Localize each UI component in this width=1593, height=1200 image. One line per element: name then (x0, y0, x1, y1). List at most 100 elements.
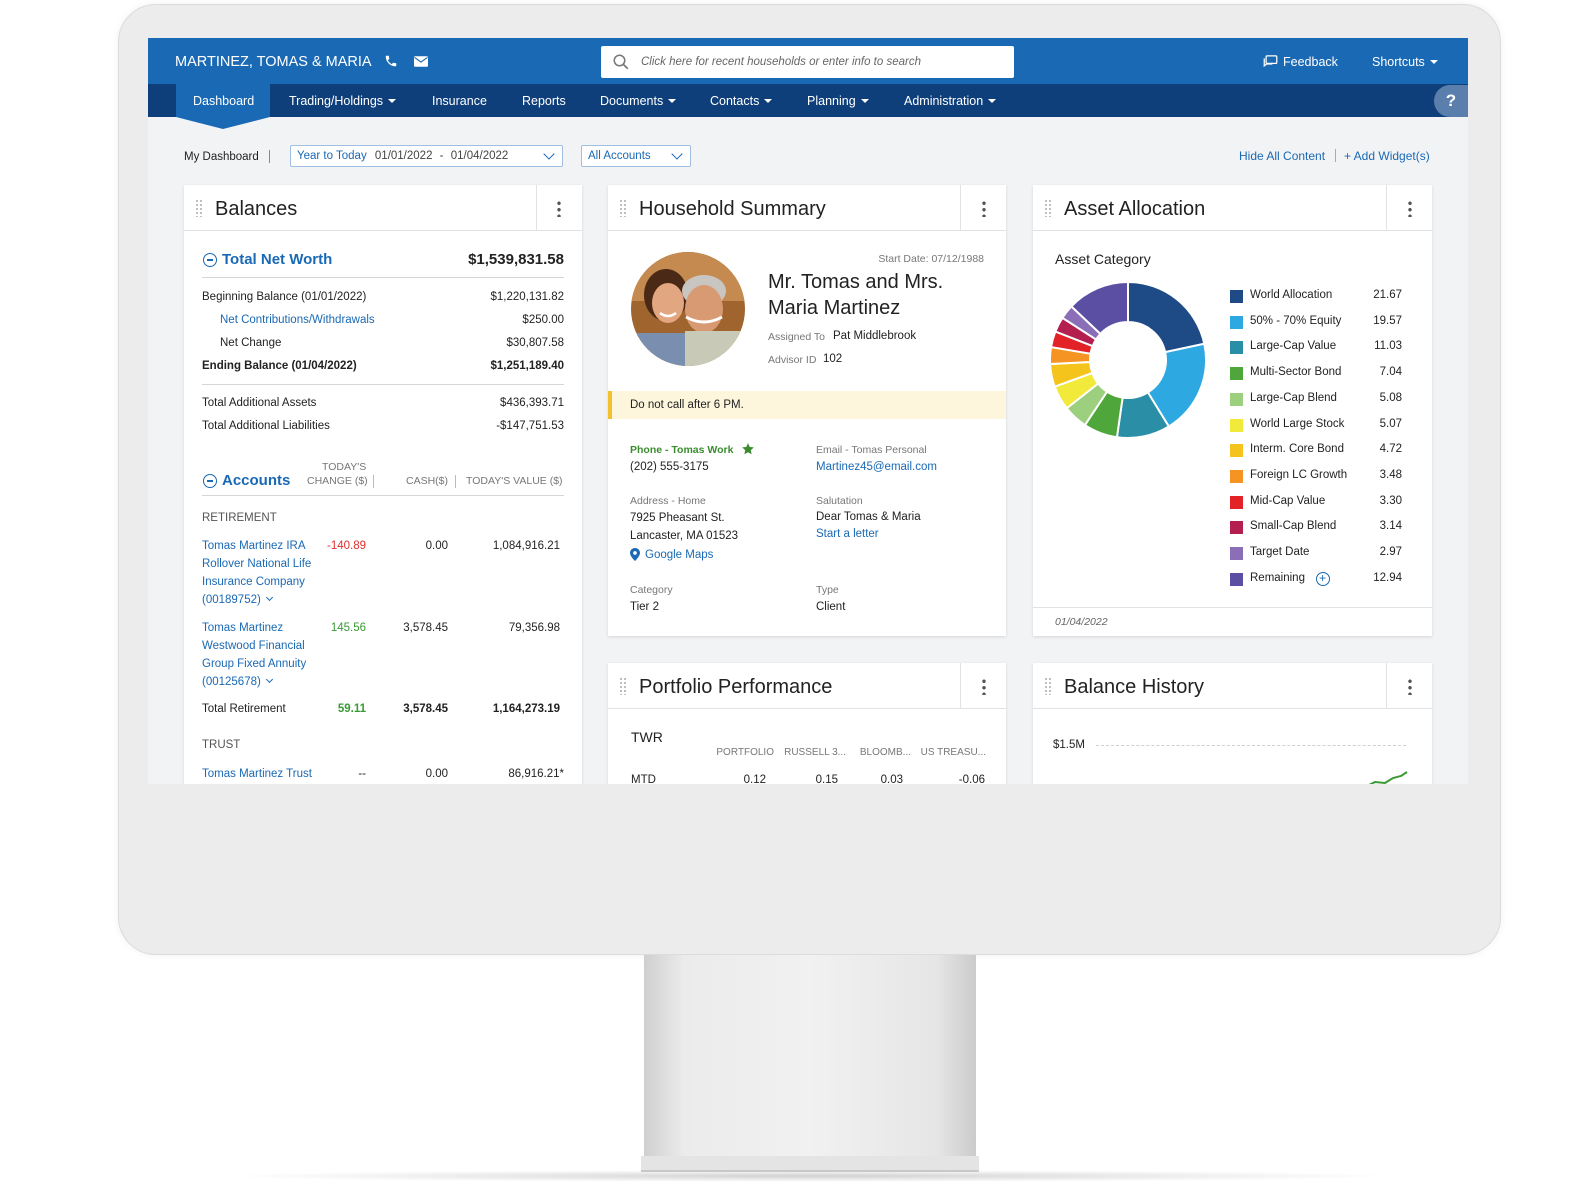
hide-all-content-link[interactable]: Hide All Content (1239, 149, 1325, 163)
perf-value: -0.06 (958, 774, 985, 784)
google-maps-link[interactable]: Google Maps (645, 549, 713, 561)
legend-label: 50% - 70% Equity (1250, 314, 1342, 327)
collapse-icon[interactable] (203, 474, 217, 488)
divider (373, 475, 374, 488)
legend-value: 7.04 (1379, 366, 1402, 379)
chevron-down-icon (988, 99, 997, 103)
nav-active-pointer (176, 117, 270, 129)
chevron-down-icon[interactable] (265, 675, 273, 684)
beginning-balance-label: Beginning Balance (01/01/2022) (202, 291, 367, 303)
card-title: Balances (215, 198, 298, 220)
perf-value: 0.15 (815, 774, 838, 784)
legend-value: 2.97 (1379, 546, 1402, 558)
phone-label: Phone - Tomas Work (630, 444, 734, 456)
divider (960, 185, 961, 231)
chevron-down-icon[interactable] (265, 593, 273, 602)
star-icon[interactable] (741, 442, 755, 456)
legend-label: Multi-Sector Bond (1250, 366, 1342, 379)
divider (202, 384, 564, 385)
shortcuts-menu[interactable]: Shortcuts (1372, 55, 1438, 69)
legend-swatch (1230, 444, 1243, 458)
feedback-link[interactable]: Feedback (1283, 55, 1338, 69)
chevron-down-icon (671, 148, 683, 160)
section-label: RETIREMENT (202, 512, 277, 524)
legend-value: 11.03 (1374, 340, 1402, 353)
collapse-icon[interactable] (203, 253, 217, 267)
account-number[interactable]: (00189752) (202, 593, 273, 606)
household-name[interactable]: MARTINEZ, TOMAS & MARIA (175, 54, 372, 70)
legend-label: Mid-Cap Value (1250, 494, 1326, 507)
balances-card: Balances Total Net Worth $1,539,831.58 B… (184, 185, 582, 784)
mail-icon[interactable] (414, 56, 428, 67)
legend-swatch (1230, 572, 1243, 586)
legend-label: World Large Stock (1250, 417, 1345, 430)
divider (536, 185, 537, 231)
chevron-down-icon (543, 148, 555, 160)
add-widgets-link[interactable]: + Add Widget(s) (1344, 149, 1430, 163)
nav-insurance[interactable]: Insurance (432, 94, 487, 108)
help-button[interactable]: ? (1434, 85, 1468, 117)
more-options-icon[interactable] (982, 200, 986, 217)
drag-handle-icon[interactable] (195, 199, 203, 217)
account-link[interactable]: Group Fixed Annuity (202, 658, 306, 670)
nav-administration[interactable]: Administration (904, 94, 997, 108)
address-label: Address - Home (630, 495, 706, 507)
date-range-select[interactable]: Year to Today 01/01/2022 - 01/04/2022 (290, 145, 563, 167)
nav-label: Contacts (710, 94, 760, 108)
drag-handle-icon[interactable] (619, 199, 627, 217)
additional-assets-value: $436,393.71 (500, 397, 564, 409)
legend-swatch (1230, 290, 1243, 303)
divider (1335, 149, 1336, 162)
accounts-select[interactable]: All Accounts (581, 145, 691, 167)
more-options-icon[interactable] (1408, 678, 1412, 695)
advisor-id-value: 102 (823, 353, 843, 365)
drag-handle-icon[interactable] (619, 677, 627, 695)
divider (1033, 607, 1432, 608)
legend-value: 12.94 (1373, 571, 1402, 584)
account-link[interactable]: Rollover National Life (202, 558, 311, 570)
account-value: 86,916.21* (508, 768, 564, 780)
account-link[interactable]: Westwood Financial (202, 640, 305, 652)
account-link[interactable]: Tomas Martinez IRA (202, 540, 306, 552)
drag-handle-icon[interactable] (1044, 677, 1052, 695)
beginning-balance-value: $1,220,131.82 (490, 291, 564, 303)
nav-dashboard[interactable]: Dashboard (193, 94, 254, 108)
account-link[interactable]: Tomas Martinez Trust (202, 768, 312, 780)
y-axis-label: $1.5M (1053, 739, 1085, 751)
legend-label: Large-Cap Blend (1250, 391, 1337, 404)
account-link[interactable]: Tomas Martinez (202, 622, 283, 634)
accounts-label[interactable]: Accounts (222, 472, 290, 489)
legend-swatch (1230, 521, 1243, 535)
note-text: Do not call after 6 PM. (630, 399, 744, 411)
account-number[interactable]: (00125678) (202, 675, 273, 688)
period-label: Year to Today (297, 150, 367, 162)
total-net-worth-label[interactable]: Total Net Worth (222, 251, 332, 268)
salutation-value: Dear Tomas & Maria (816, 511, 921, 523)
col-header: US TREASU... (920, 747, 986, 758)
net-contributions-link[interactable]: Net Contributions/Withdrawals (220, 314, 375, 326)
more-options-icon[interactable] (557, 200, 561, 217)
nav-documents[interactable]: Documents (600, 94, 677, 108)
net-change-label: Net Change (220, 337, 282, 349)
expand-plus-icon[interactable]: + (1315, 571, 1330, 586)
legend-swatch (1230, 418, 1243, 432)
monitor-stand-base (641, 1156, 979, 1172)
phone-icon[interactable] (384, 54, 398, 68)
total-retirement-label: Total Retirement (202, 703, 286, 715)
nav-planning[interactable]: Planning (807, 94, 869, 108)
email-link[interactable]: Martinez45@email.com (816, 461, 937, 473)
nav-trading-holdings[interactable]: Trading/Holdings (289, 94, 397, 108)
account-change: -- (358, 768, 366, 780)
household-search[interactable]: Click here for recent households or ente… (601, 46, 1014, 78)
legend-swatch (1230, 495, 1243, 509)
legend-value: 21.67 (1373, 289, 1402, 301)
section-label: TRUST (202, 739, 241, 751)
divider (960, 663, 961, 709)
as-of-date: 01/04/2022 (1055, 616, 1108, 628)
nav-contacts[interactable]: Contacts (710, 94, 773, 108)
start-letter-link[interactable]: Start a letter (816, 528, 879, 540)
account-link[interactable]: Insurance Company (202, 576, 305, 588)
advisor-id-label: Advisor ID (768, 354, 817, 366)
nav-reports[interactable]: Reports (522, 94, 566, 108)
more-options-icon[interactable] (982, 678, 986, 695)
